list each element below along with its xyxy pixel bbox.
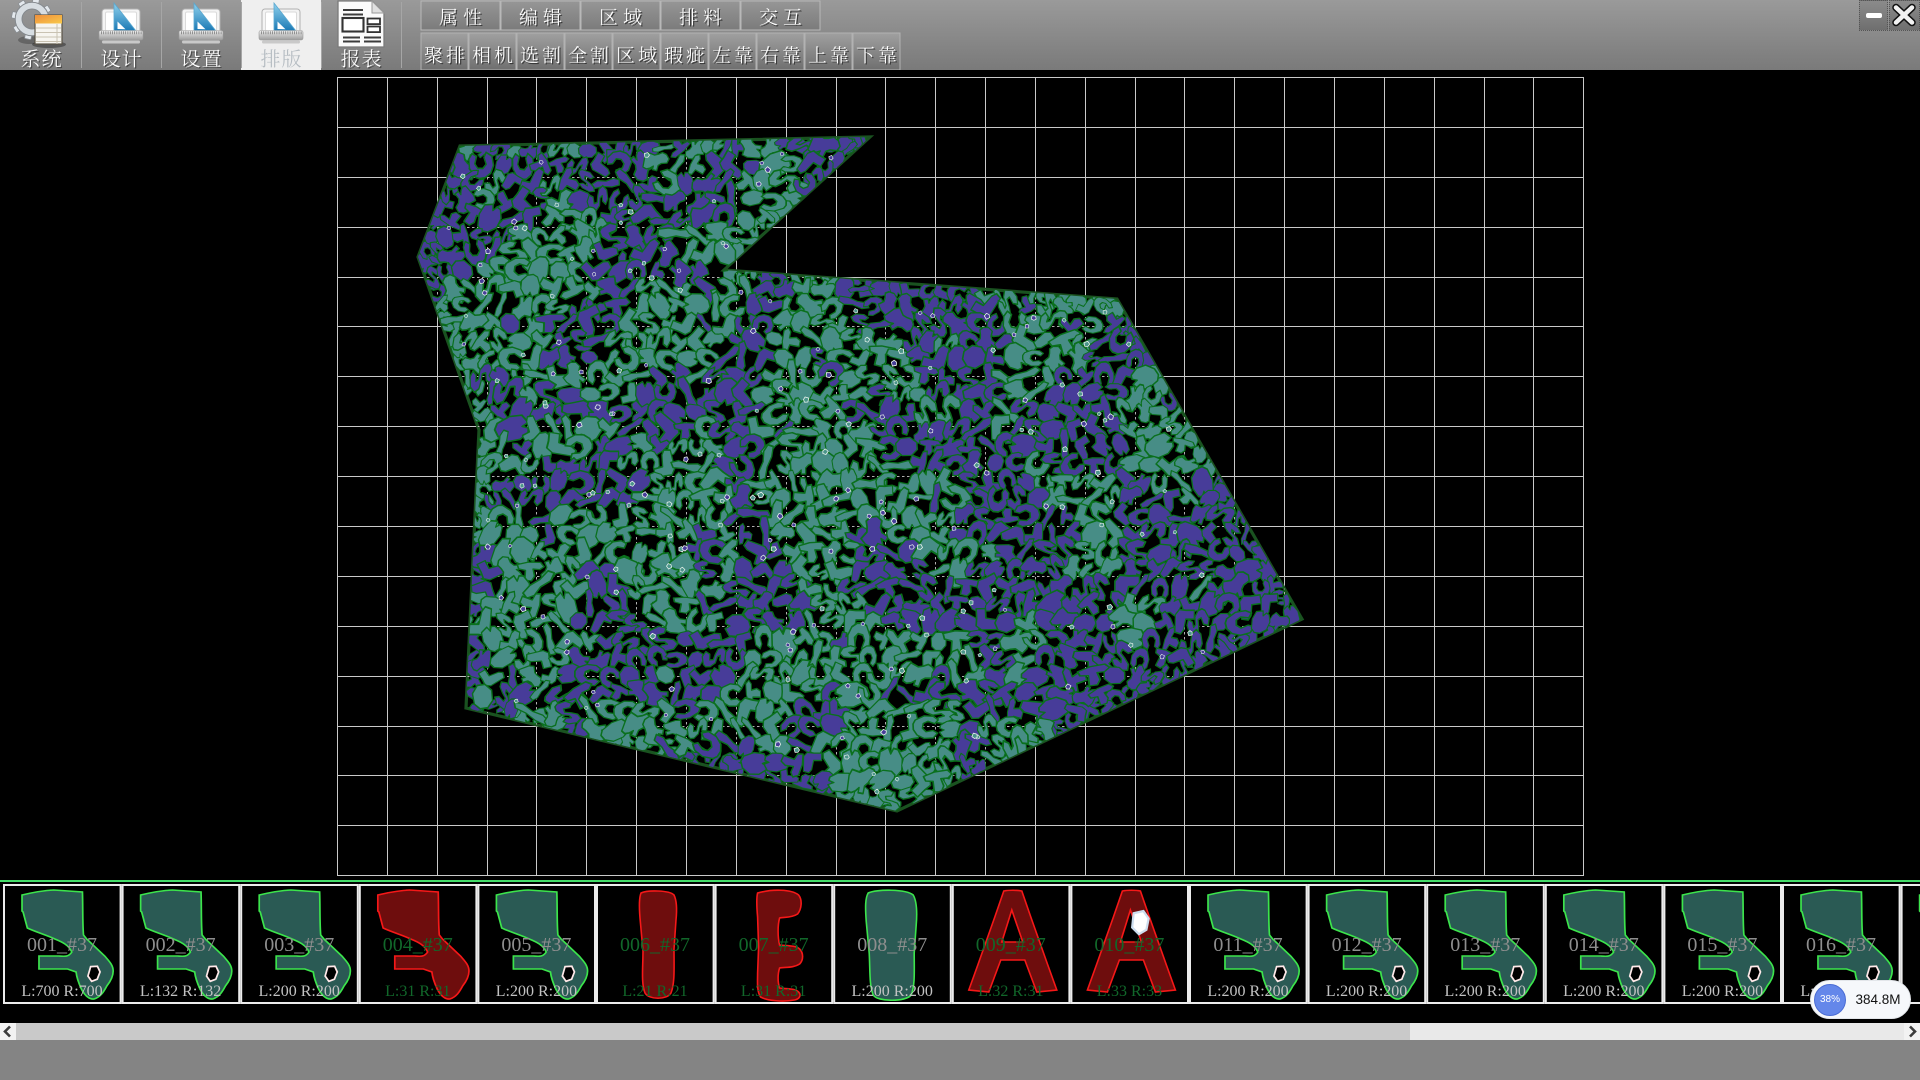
svg-text:004_#37: 004_#37 [383, 934, 453, 956]
svg-text:L:700 R:700: L:700 R:700 [21, 983, 102, 1000]
svg-text:L:200 R:200: L:200 R:200 [496, 983, 577, 1000]
svg-text:L:32 R:31: L:32 R:31 [978, 983, 1043, 1000]
svg-text:014_#37: 014_#37 [1569, 934, 1639, 956]
svg-text:L:200 R:200: L:200 R:200 [1445, 983, 1526, 1000]
svg-text:011_#37: 011_#37 [1213, 934, 1282, 956]
svg-text:L:200 R:200: L:200 R:200 [1563, 983, 1644, 1000]
svg-text:L:21 R:21: L:21 R:21 [622, 983, 687, 1000]
svg-text:L:132 R:132: L:132 R:132 [140, 983, 221, 1000]
svg-text:009_#37: 009_#37 [976, 934, 1046, 956]
svg-text:001_#37: 001_#37 [27, 934, 97, 956]
svg-text:L:200 R:200: L:200 R:200 [1682, 983, 1763, 1000]
svg-text:013_#37: 013_#37 [1450, 934, 1520, 956]
svg-text:L:31 R:31: L:31 R:31 [385, 983, 450, 1000]
svg-text:002_#37: 002_#37 [146, 934, 216, 956]
svg-text:015_#37: 015_#37 [1687, 934, 1757, 956]
svg-text:016_#37: 016_#37 [1806, 934, 1876, 956]
svg-text:010_#37: 010_#37 [1094, 934, 1164, 956]
svg-text:L:31 R:31: L:31 R:31 [741, 983, 806, 1000]
svg-text:L:200 R:200: L:200 R:200 [1207, 983, 1288, 1000]
svg-text:006_#37: 006_#37 [620, 934, 690, 956]
svg-text:L:200 R:200: L:200 R:200 [852, 983, 933, 1000]
svg-text:L:200 R:200: L:200 R:200 [1326, 983, 1407, 1000]
svg-text:007_#37: 007_#37 [739, 934, 809, 956]
svg-text:003_#37: 003_#37 [264, 934, 334, 956]
svg-text:008_#37: 008_#37 [857, 934, 927, 956]
svg-text:005_#37: 005_#37 [501, 934, 571, 956]
svg-text:L:200 R:200: L:200 R:200 [259, 983, 340, 1000]
svg-text:L:33 R:33: L:33 R:33 [1097, 983, 1162, 1000]
svg-text:012_#37: 012_#37 [1332, 934, 1402, 956]
